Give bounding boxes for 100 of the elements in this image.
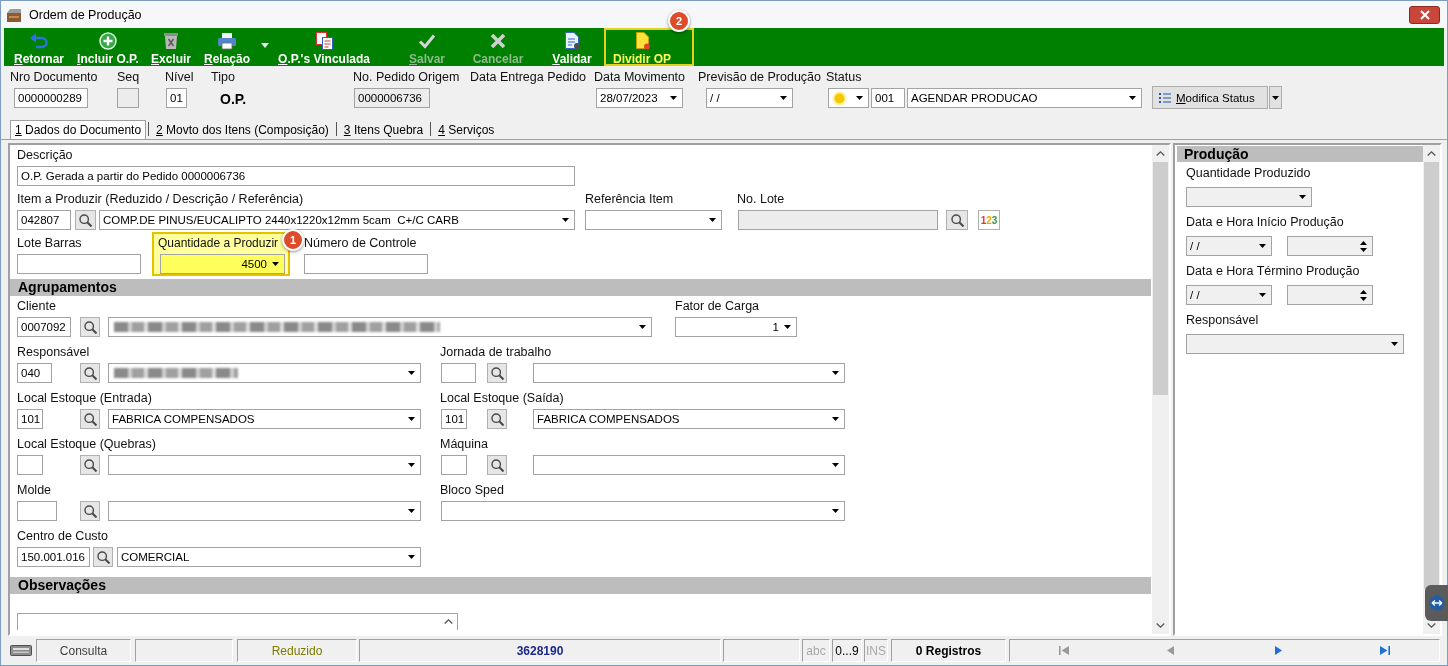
text-field[interactable]: 001 [871,88,905,108]
add-order-button[interactable]: Incluir O.P. [72,28,144,66]
vertical-scrollbar[interactable] [1152,145,1169,634]
caret-icon [1272,95,1279,100]
field-label: Item a Produzir (Reduzido / Descrição / Referência) [17,192,305,206]
numbering-button[interactable]: 123 [978,210,1000,230]
tab[interactable]: 1 Dados do Documento [10,120,147,139]
field-label: Previsão de Produção [698,70,822,84]
field-label: Local Estoque (Quebras) [17,437,157,451]
tab[interactable]: 2 Movto dos Itens (Composição) [151,120,334,139]
tab[interactable]: 4 Serviços [433,120,500,139]
field-label: Quantidade Produzido [1186,166,1312,180]
text-field[interactable]: 0007092 [17,317,71,337]
search-button[interactable] [80,409,100,429]
search-icon [83,320,97,334]
search-button[interactable] [487,409,507,429]
dropdown-field[interactable]: / / [706,88,793,108]
dropdown-field[interactable] [585,210,722,230]
text-field[interactable] [441,363,476,383]
search-icon [950,213,964,227]
field-label: Fator de Carga [675,299,761,313]
search-button[interactable] [80,501,100,521]
search-button[interactable] [487,455,507,475]
field-label: Tipo [211,70,236,84]
search-button[interactable] [80,363,100,383]
close-button[interactable] [1409,5,1440,24]
dropdown-field[interactable] [108,501,421,521]
dropdown-field[interactable]: 28/07/2023 [596,88,683,108]
field-label: Bloco Sped [440,483,505,497]
text-field[interactable] [17,455,43,475]
dropdown-field[interactable]: COMP.DE PINUS/EUCALIPTO 2440x1220x12mm 5cam C+/C CARB [99,210,575,230]
delete-button[interactable]: Excluir [146,28,196,66]
search-icon [490,458,504,472]
search-button[interactable] [80,317,100,337]
text-field[interactable] [17,254,141,274]
return-button[interactable]: Retornar [8,28,70,66]
text-field[interactable]: 101 [17,409,43,429]
time-spinner[interactable] [1287,236,1373,256]
text-field[interactable]: 0000000289 [14,88,88,108]
status-menu-button[interactable] [1269,86,1282,109]
vertical-scrollbar[interactable] [1423,145,1440,634]
time-spinner[interactable] [1287,285,1373,305]
scrollbar-thumb[interactable] [1424,162,1439,589]
bin-icon [161,31,181,50]
dropdown-field[interactable] [533,363,845,383]
dropdown-field[interactable] [533,455,845,475]
text-field[interactable]: O.P. Gerada a partir do Pedido 0000006736 [17,166,575,186]
list-icon [1159,92,1171,103]
caret-icon [1299,195,1306,199]
check-icon [418,32,436,49]
validate-button[interactable]: Validar [546,28,598,66]
split-order-button[interactable]: Dividir OP [604,28,694,66]
section-header: Produção [1177,146,1423,162]
text-field[interactable] [17,501,57,521]
record-count: 0 Registros [891,639,1006,662]
text-field[interactable]: 101 [441,409,467,429]
text-field[interactable]: 01 [166,88,187,108]
caret-icon [261,42,269,48]
color-dropdown[interactable] [828,88,869,108]
dropdown-field[interactable]: AGENDAR PRODUCAO [907,88,1142,108]
search-button[interactable] [946,210,968,230]
scroll-up-icon [1427,151,1436,156]
field-label: Jornada de trabalho [440,345,553,359]
notes-field[interactable] [17,613,458,630]
search-icon [83,458,97,472]
text-field[interactable]: 150.001.016 [17,547,90,567]
report-button[interactable]: Relação [199,28,255,66]
scrollbar-thumb[interactable] [1153,162,1168,395]
dropdown-field[interactable] [108,363,421,383]
dropdown-field[interactable]: / / [1186,236,1272,256]
dropdown-field[interactable]: / / [1186,285,1272,305]
dropdown-field[interactable] [441,501,845,521]
dropdown-field[interactable]: 4500 [160,254,285,274]
modify-status-button[interactable]: Modifica Status [1152,86,1268,109]
caret-icon [1129,96,1136,100]
dropdown-field[interactable] [108,455,421,475]
search-button[interactable] [487,363,507,383]
search-button[interactable] [80,455,100,475]
text-field[interactable] [304,254,428,274]
text-field[interactable]: 040 [17,363,52,383]
linked-orders-button[interactable]: O.P.'s Vinculada [274,28,374,66]
field-label: Centro de Custo [17,529,110,543]
search-icon [79,213,92,227]
status-text: Consulta [36,639,131,662]
dropdown-field[interactable]: FABRICA COMPENSADOS [108,409,421,429]
dropdown-field[interactable] [1186,187,1312,207]
field-label: Local Estoque (Saída) [440,391,565,405]
search-button[interactable] [75,210,96,230]
dropdown-field[interactable] [1186,334,1404,354]
dropdown-field[interactable]: 1 [675,317,797,337]
tab[interactable]: 3 Itens Quebra [338,120,429,139]
dropdown-field[interactable]: FABRICA COMPENSADOS [533,409,845,429]
text-field[interactable]: 042807 [17,210,71,230]
caret-icon [832,371,839,375]
search-button[interactable] [93,547,113,567]
text-field[interactable] [441,455,467,475]
side-tab[interactable] [1425,585,1448,621]
dropdown-field[interactable]: COMERCIAL [117,547,421,567]
caret-icon [784,325,791,329]
dropdown-field[interactable] [108,317,652,337]
